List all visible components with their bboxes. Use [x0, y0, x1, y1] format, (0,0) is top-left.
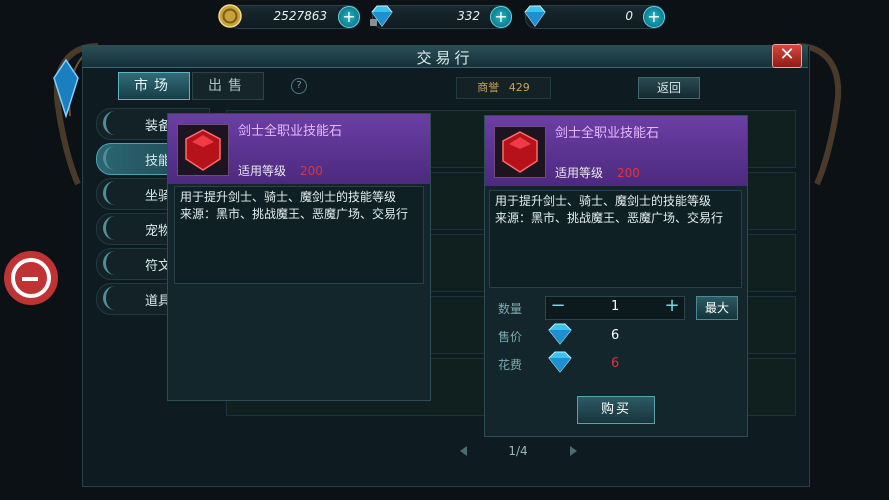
next-page-icon[interactable] — [570, 446, 577, 456]
item-description: 用于提升剑士、骑士、魔剑士的技能等级 来源：黑市、挑战魔王、恶魔广场、交易行 — [174, 186, 424, 284]
window-title: 交易行 — [416, 49, 474, 67]
item-level: 适用等级 200 — [555, 164, 640, 181]
item-description: 用于提升剑士、骑士、魔剑士的技能等级 来源：黑市、挑战魔王、恶魔广场、交易行 — [489, 190, 742, 288]
add-diamond-button[interactable]: + — [643, 6, 665, 28]
blue-diamond-icon — [524, 5, 546, 27]
reputation-label: 商誉 — [477, 81, 500, 94]
gold-amount: 2527863 — [273, 9, 327, 23]
cost-label: 花费 — [498, 358, 523, 372]
reputation-value: 429 — [508, 81, 530, 94]
price-label: 售价 — [498, 330, 523, 344]
purchase-card: 剑士全职业技能石 适用等级 200 用于提升剑士、骑士、魔剑士的技能等级 来源：黑… — [484, 115, 748, 437]
item-card-header: 剑士全职业技能石 适用等级 200 — [168, 114, 430, 184]
close-button[interactable]: ✕ — [772, 44, 802, 68]
page-indicator: 1/4 — [508, 444, 528, 458]
help-icon[interactable]: ? — [291, 78, 307, 94]
quantity-value[interactable]: 1 — [611, 299, 619, 314]
level-value: 200 — [300, 164, 323, 178]
pager: 1/4 — [244, 442, 792, 460]
window-title-bar: 交易行 — [82, 45, 808, 68]
level-label: 适用等级 — [238, 164, 287, 178]
item-card-header: 剑士全职业技能石 适用等级 200 — [485, 116, 747, 186]
blue-diamond-icon — [370, 5, 393, 27]
item-icon-frame — [177, 124, 229, 176]
max-quantity-button[interactable]: 最大 — [696, 296, 738, 320]
cost-value: 6 — [611, 356, 620, 371]
item-icon-frame — [494, 126, 546, 178]
diamond-amount: 0 — [625, 9, 633, 23]
reputation-display: 商誉 429 — [456, 77, 551, 99]
blue-diamond-icon — [548, 323, 572, 345]
red-gem-icon — [185, 129, 221, 171]
item-level: 适用等级 200 — [238, 162, 323, 179]
price-value: 6 — [611, 328, 620, 343]
buy-button[interactable]: 购买 — [577, 396, 655, 424]
currency-bar: 2527863 + 332 + 0 + — [0, 0, 889, 32]
level-value: 200 — [617, 166, 640, 180]
item-tooltip-card: 剑士全职业技能石 适用等级 200 用于提升剑士、骑士、魔剑士的技能等级 来源：黑… — [167, 113, 431, 401]
item-name: 剑士全职业技能石 — [238, 124, 343, 139]
add-bound-diamond-button[interactable]: + — [490, 6, 512, 28]
add-gold-button[interactable]: + — [338, 6, 360, 28]
gold-coin-icon — [218, 4, 242, 28]
bound-diamond-amount: 332 — [457, 9, 480, 23]
increase-quantity-button[interactable]: + — [662, 296, 682, 318]
quantity-label: 数量 — [498, 302, 523, 316]
decrease-quantity-button[interactable]: − — [548, 296, 568, 318]
floating-logo-icon[interactable] — [2, 249, 60, 307]
blue-diamond-icon — [548, 351, 572, 373]
red-gem-icon — [502, 131, 538, 173]
item-name: 剑士全职业技能石 — [555, 126, 660, 141]
level-label: 适用等级 — [555, 166, 604, 180]
tab-market[interactable]: 市场 — [118, 72, 190, 100]
back-button[interactable]: 返回 — [638, 77, 700, 99]
left-crystal-icon — [53, 58, 79, 118]
tab-sell[interactable]: 出售 — [192, 72, 264, 100]
